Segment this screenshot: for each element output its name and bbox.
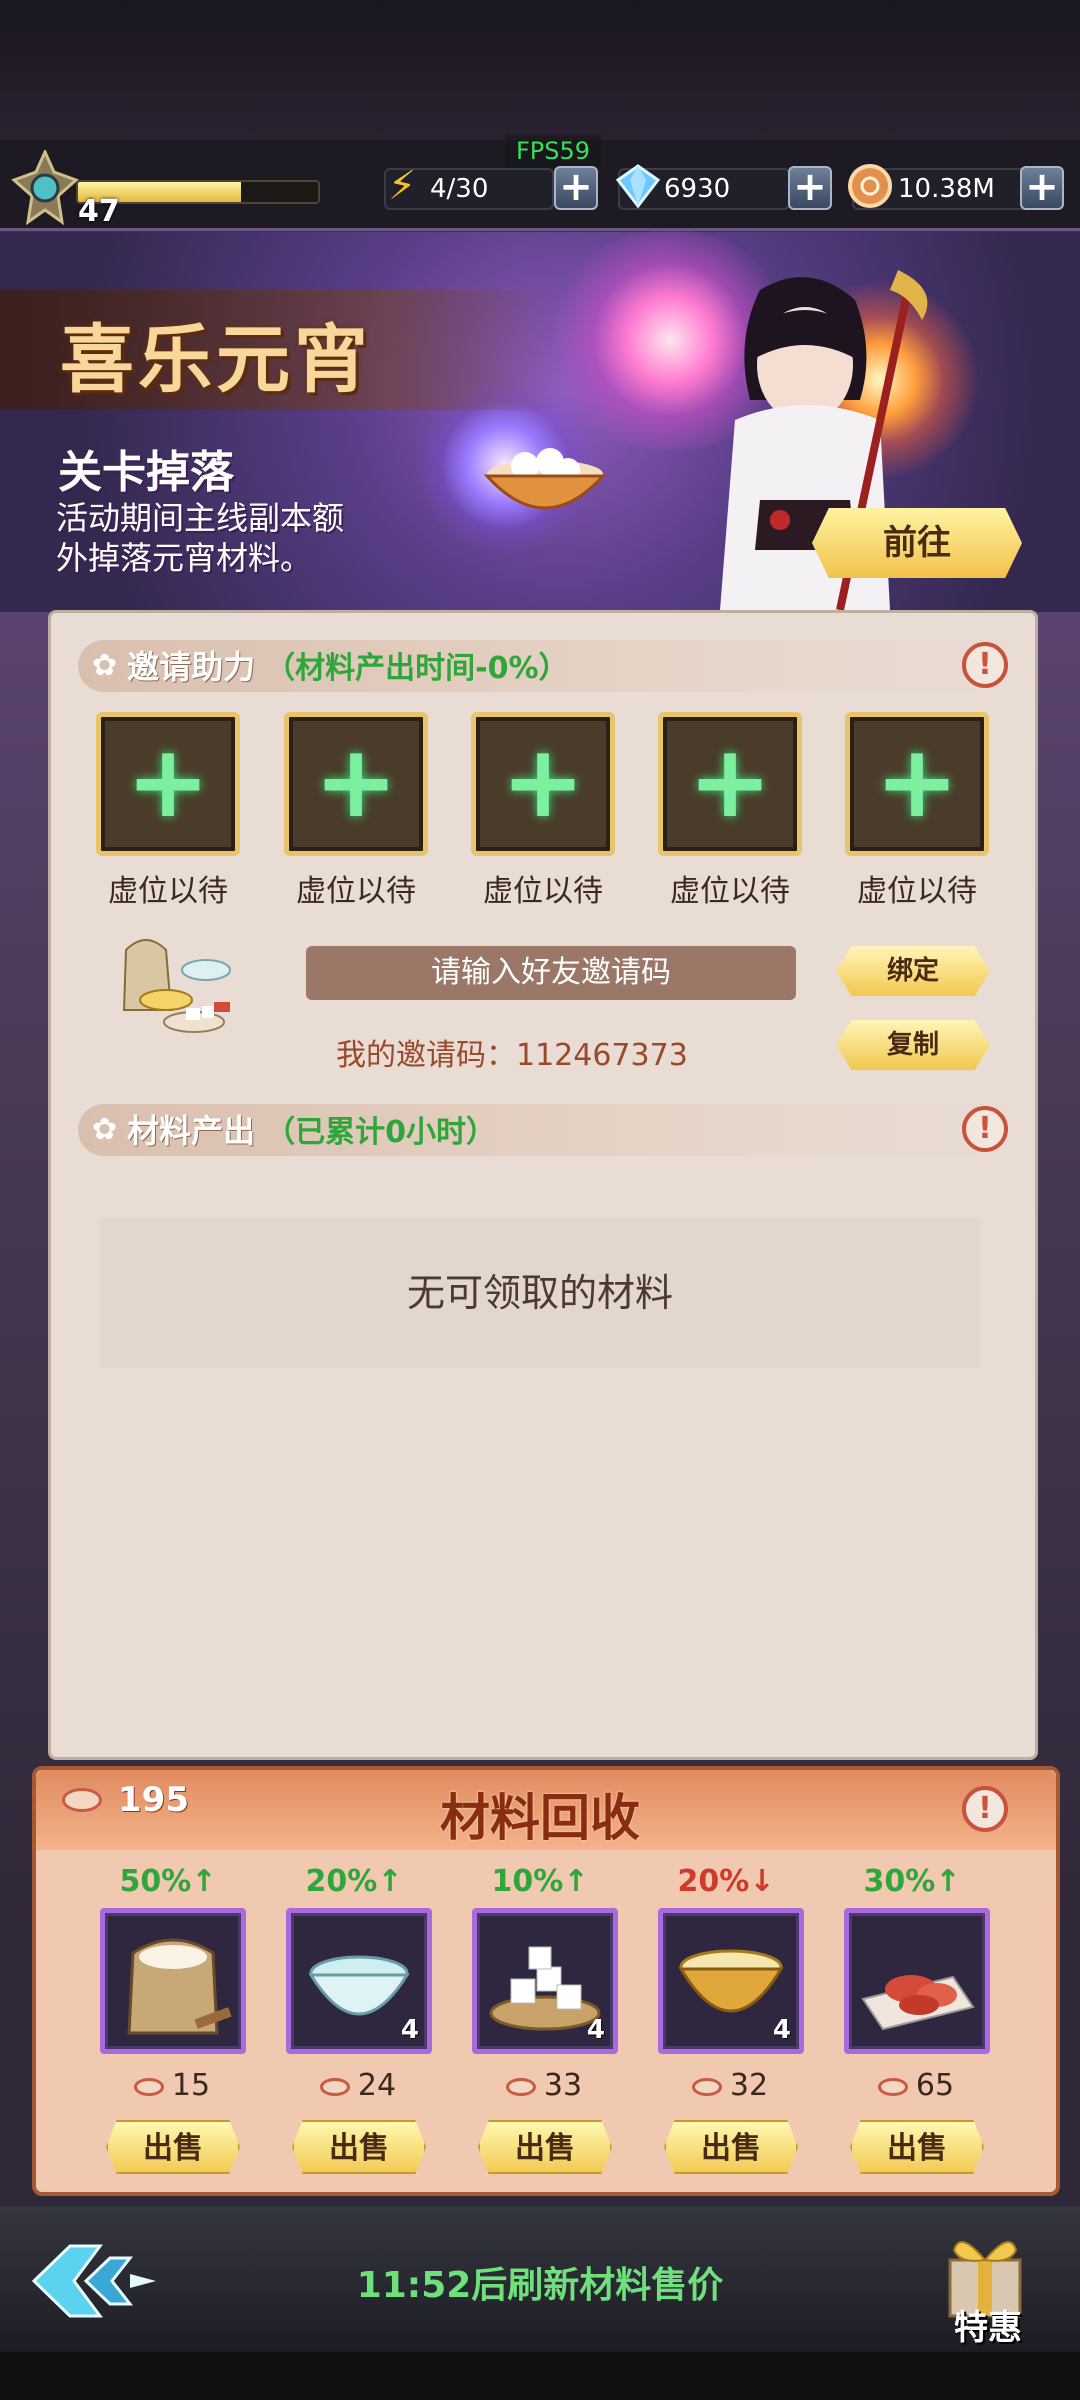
output-section-title: 材料产出 bbox=[127, 1112, 256, 1150]
plus-icon: + bbox=[314, 723, 398, 840]
flower-icon: ✿ bbox=[92, 1111, 118, 1147]
invite-info-icon[interactable]: ! bbox=[962, 642, 1008, 688]
price-change: 20%↑ bbox=[305, 1864, 403, 1899]
lightning-icon: ⚡ bbox=[387, 163, 417, 209]
price-value: 15 bbox=[171, 2068, 211, 2103]
item-count: 4 bbox=[400, 2015, 419, 2045]
price-change: 20%↓ bbox=[677, 1864, 775, 1899]
material-slot[interactable]: 4 bbox=[472, 1908, 618, 2054]
price-change: 10%↑ bbox=[491, 1864, 589, 1899]
status-strip bbox=[0, 0, 1080, 140]
recycle-title: 材料回收 bbox=[440, 1789, 640, 1847]
invite-slot-label: 虚位以待 bbox=[857, 874, 977, 909]
coins-value: 10.38M bbox=[898, 174, 995, 204]
desc-line: 活动期间主线副本额 bbox=[56, 499, 345, 537]
material-slot[interactable]: 4 bbox=[286, 1908, 432, 2054]
material-price: 24 bbox=[278, 2068, 438, 2103]
fps-counter: FPS59 bbox=[505, 134, 601, 168]
flour-sack-icon bbox=[127, 1938, 232, 2035]
material-slot[interactable]: 4 bbox=[658, 1908, 804, 2054]
price-value: 24 bbox=[357, 2068, 397, 2103]
my-invite-code: 我的邀请码：112467373 bbox=[336, 1038, 688, 1073]
tangyuan-currency-icon bbox=[691, 2077, 722, 2096]
invite-section-title-row: ✿ 邀请助力 （材料产出时间-0%） bbox=[92, 642, 569, 688]
material-price: 32 bbox=[650, 2068, 810, 2103]
red-filling-icon bbox=[861, 1975, 975, 2031]
item-count: 4 bbox=[772, 2015, 791, 2045]
plus-icon: + bbox=[875, 723, 959, 840]
invite-slot[interactable]: + bbox=[658, 712, 802, 856]
plus-icon: + bbox=[501, 723, 585, 840]
invite-slot[interactable]: + bbox=[96, 712, 240, 856]
flower-icon: ✿ bbox=[92, 647, 118, 683]
sell-button[interactable]: 出售 bbox=[106, 2120, 240, 2174]
sell-button[interactable]: 出售 bbox=[292, 2120, 426, 2174]
go-button[interactable]: 前往 bbox=[812, 508, 1022, 578]
output-section-title-row: ✿ 材料产出 （已累计0小时） bbox=[92, 1106, 496, 1152]
invite-slot[interactable]: + bbox=[471, 712, 615, 856]
event-description: 活动期间主线副本额 外掉落元宵材料。 bbox=[56, 498, 416, 578]
output-info-icon[interactable]: ! bbox=[962, 1106, 1008, 1152]
recycle-info-icon[interactable]: ! bbox=[962, 1786, 1008, 1832]
gems-value: 6930 bbox=[664, 174, 731, 204]
tangyuan-currency-icon bbox=[319, 2077, 350, 2096]
nav-strip bbox=[0, 2352, 1080, 2400]
tangyuan-currency-icon bbox=[133, 2077, 164, 2096]
invite-code-input[interactable]: 请输入好友邀请码 bbox=[306, 946, 796, 1000]
refresh-timer: 11:52后刷新材料售价 bbox=[356, 2265, 724, 2306]
add-energy-button[interactable]: + bbox=[554, 166, 598, 210]
material-price: 15 bbox=[92, 2068, 252, 2103]
player-level: 47 bbox=[78, 194, 120, 229]
plus-icon: + bbox=[126, 723, 210, 840]
item-count: 4 bbox=[586, 2015, 605, 2045]
tangyuan-bowl-icon bbox=[483, 448, 607, 510]
material-price: 33 bbox=[464, 2068, 624, 2103]
invite-slot-label: 虚位以待 bbox=[483, 874, 603, 909]
diamond-icon bbox=[615, 164, 661, 209]
invite-slot-label: 虚位以待 bbox=[108, 874, 228, 909]
invite-slot[interactable]: + bbox=[284, 712, 428, 856]
event-title: 喜乐元宵 bbox=[60, 317, 372, 403]
price-change: 30%↑ bbox=[863, 1864, 961, 1899]
empty-materials-message: 无可领取的材料 bbox=[100, 1218, 980, 1368]
tangyuan-currency-icon bbox=[877, 2077, 908, 2096]
ingredients-icon bbox=[122, 939, 231, 1033]
price-value: 33 bbox=[543, 2068, 583, 2103]
invite-slot[interactable]: + bbox=[845, 712, 989, 856]
price-change: 50%↑ bbox=[119, 1864, 217, 1899]
plus-icon: + bbox=[688, 723, 772, 840]
sell-button[interactable]: 出售 bbox=[664, 2120, 798, 2174]
output-section-note: （已累计0小时） bbox=[265, 1115, 497, 1150]
add-coins-button[interactable]: + bbox=[1020, 166, 1064, 210]
material-price: 65 bbox=[836, 2068, 996, 2103]
material-slot[interactable] bbox=[844, 1908, 990, 2054]
invite-section-note: （材料产出时间-0%） bbox=[265, 651, 569, 686]
invite-slot-label: 虚位以待 bbox=[296, 874, 416, 909]
tangyuan-currency-icon bbox=[62, 1788, 110, 1812]
invite-slot-label: 虚位以待 bbox=[670, 874, 790, 909]
tangyuan-currency-icon bbox=[505, 2077, 536, 2096]
add-gems-button[interactable]: + bbox=[788, 166, 832, 210]
desc-line: 外掉落元宵材料。 bbox=[56, 539, 313, 577]
coin-icon bbox=[848, 164, 892, 208]
sell-button[interactable]: 出售 bbox=[478, 2120, 612, 2174]
sell-button[interactable]: 出售 bbox=[850, 2120, 984, 2174]
event-subtitle: 关卡掉落 bbox=[58, 447, 234, 498]
energy-value: 4/30 bbox=[430, 174, 489, 204]
copy-button[interactable]: 复制 bbox=[836, 1020, 990, 1070]
price-value: 65 bbox=[915, 2068, 955, 2103]
level-emblem-icon bbox=[11, 150, 79, 226]
recycle-total: 195 bbox=[118, 1780, 189, 1820]
special-offer-label[interactable]: 特惠 bbox=[938, 2300, 1038, 2349]
back-arrow-icon[interactable] bbox=[30, 2236, 160, 2326]
bind-button[interactable]: 绑定 bbox=[836, 946, 990, 996]
material-slot[interactable] bbox=[100, 1908, 246, 2054]
invite-section-title: 邀请助力 bbox=[127, 648, 256, 686]
price-value: 32 bbox=[729, 2068, 769, 2103]
